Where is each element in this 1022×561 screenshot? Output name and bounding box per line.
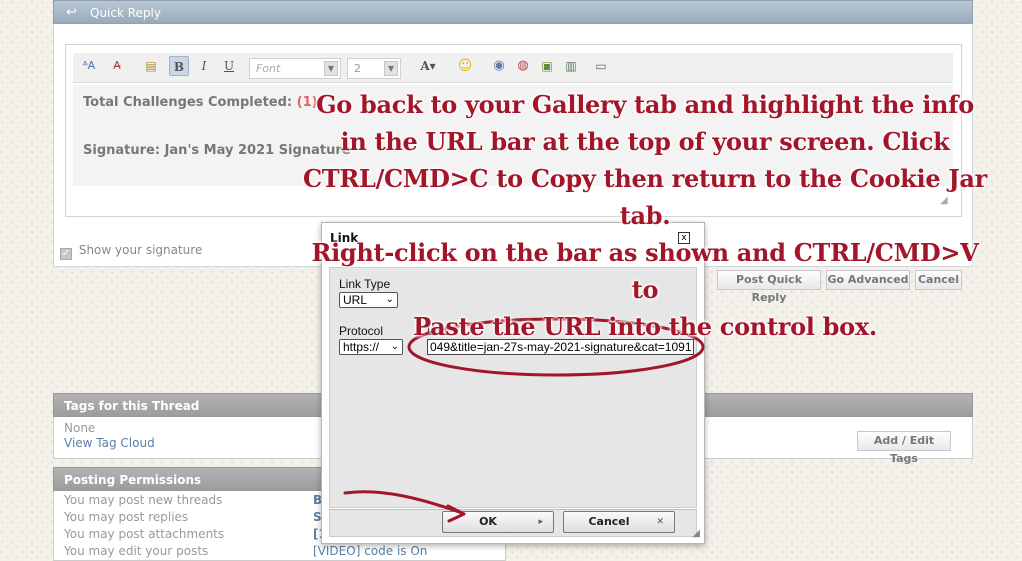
- instruction-line: CTRL/CMD>C to Copy then return to the Co…: [303, 164, 987, 230]
- ok-pointer-arrowhead: [446, 504, 466, 523]
- instruction-line: Go back to your Gallery tab and highligh…: [316, 90, 974, 119]
- instruction-line: in the URL bar at the top of your screen…: [340, 127, 950, 156]
- instruction-line: Right-click on the bar as shown and CTRL…: [311, 238, 979, 304]
- instruction-line: Paste the URL into the control box.: [413, 312, 877, 341]
- ok-pointer-arrow: [343, 490, 464, 515]
- instruction-annotation: Go back to your Gallery tab and highligh…: [300, 86, 990, 345]
